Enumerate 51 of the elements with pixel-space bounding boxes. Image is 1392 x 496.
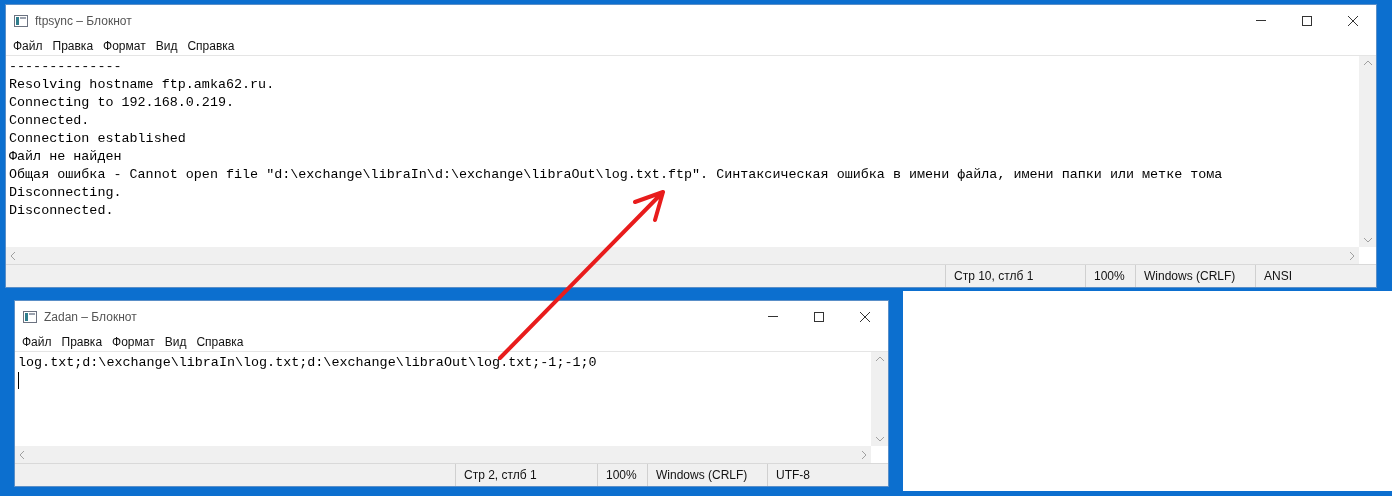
text-line: log.txt;d:\exchange\libraIn\log.txt;d:\exchange\libraOut\log.txt;-1;-1;0 — [18, 354, 597, 372]
status-text: UTF-8 — [776, 467, 810, 484]
text-line: Общая ошибка - Cannot open file "d:\exchange\libraIn\d:\exchange\libraOut\log.txt.ftp". Синтаксическая ошибка в имени файла, имени папки или метке тома — [9, 166, 1223, 184]
text-line: Файл не найден — [9, 148, 122, 166]
status-text: Стр 10, стлб 1 — [954, 268, 1034, 285]
menu-item[interactable]: Правка — [47, 36, 99, 55]
minimize-icon — [1256, 20, 1266, 21]
vertical-scrollbar[interactable] — [871, 352, 888, 446]
menu-item[interactable]: Файл — [8, 36, 48, 55]
status-text: 100% — [1094, 268, 1125, 285]
maximize-icon — [814, 311, 824, 322]
maximize-icon — [1302, 15, 1312, 26]
horizontal-scrollbar[interactable] — [6, 247, 1359, 264]
status-text: ANSI — [1264, 268, 1292, 285]
close-icon — [1348, 15, 1358, 26]
scroll-left-icon — [10, 251, 15, 260]
menu-item[interactable]: Вид — [150, 36, 183, 55]
window-title: Zadan – Блокнот — [44, 308, 137, 326]
text-line: Resolving hostname ftp.amka62.ru. — [9, 76, 275, 94]
close-icon — [860, 311, 870, 322]
text-line: -------------- — [9, 58, 122, 76]
text-line: Connection established — [9, 130, 186, 148]
scroll-right-icon — [862, 450, 867, 459]
menu-item[interactable]: Справка — [182, 36, 240, 55]
menu-item[interactable]: Правка — [56, 332, 108, 351]
horizontal-scrollbar[interactable] — [15, 446, 871, 463]
text-area[interactable]: log.txt;d:\exchange\libraIn\log.txt;d:\exchange\libraOut\log.txt;-1;-1;0 — [15, 352, 871, 446]
scroll-left-icon — [19, 450, 24, 459]
menu-item[interactable]: Вид — [159, 332, 192, 351]
menu-item[interactable]: Формат — [98, 36, 151, 55]
vertical-scrollbar[interactable] — [1359, 56, 1376, 247]
minimize-icon — [768, 316, 778, 317]
notepad-icon — [14, 13, 28, 28]
scroll-up-icon — [1363, 60, 1372, 65]
status-text: Windows (CRLF) — [1144, 268, 1236, 285]
window-title: ftpsync – Блокнот — [35, 12, 132, 30]
menu-item[interactable]: Формат — [107, 332, 160, 351]
status-text: Стр 2, стлб 1 — [464, 467, 537, 484]
text-line: Connecting to 192.168.0.219. — [9, 94, 234, 112]
scroll-up-icon — [875, 356, 884, 361]
text-line: Disconnected. — [9, 202, 114, 220]
scroll-down-icon — [875, 437, 884, 442]
scroll-right-icon — [1350, 251, 1355, 260]
text-line: Disconnecting. — [9, 184, 122, 202]
status-text: Windows (CRLF) — [656, 467, 748, 484]
text-line: Connected. — [9, 112, 90, 130]
scroll-down-icon — [1363, 238, 1372, 243]
status-text: 100% — [606, 467, 637, 484]
menu-item[interactable]: Файл — [17, 332, 57, 351]
notepad-icon — [23, 309, 37, 324]
menu-item[interactable]: Справка — [191, 332, 249, 351]
